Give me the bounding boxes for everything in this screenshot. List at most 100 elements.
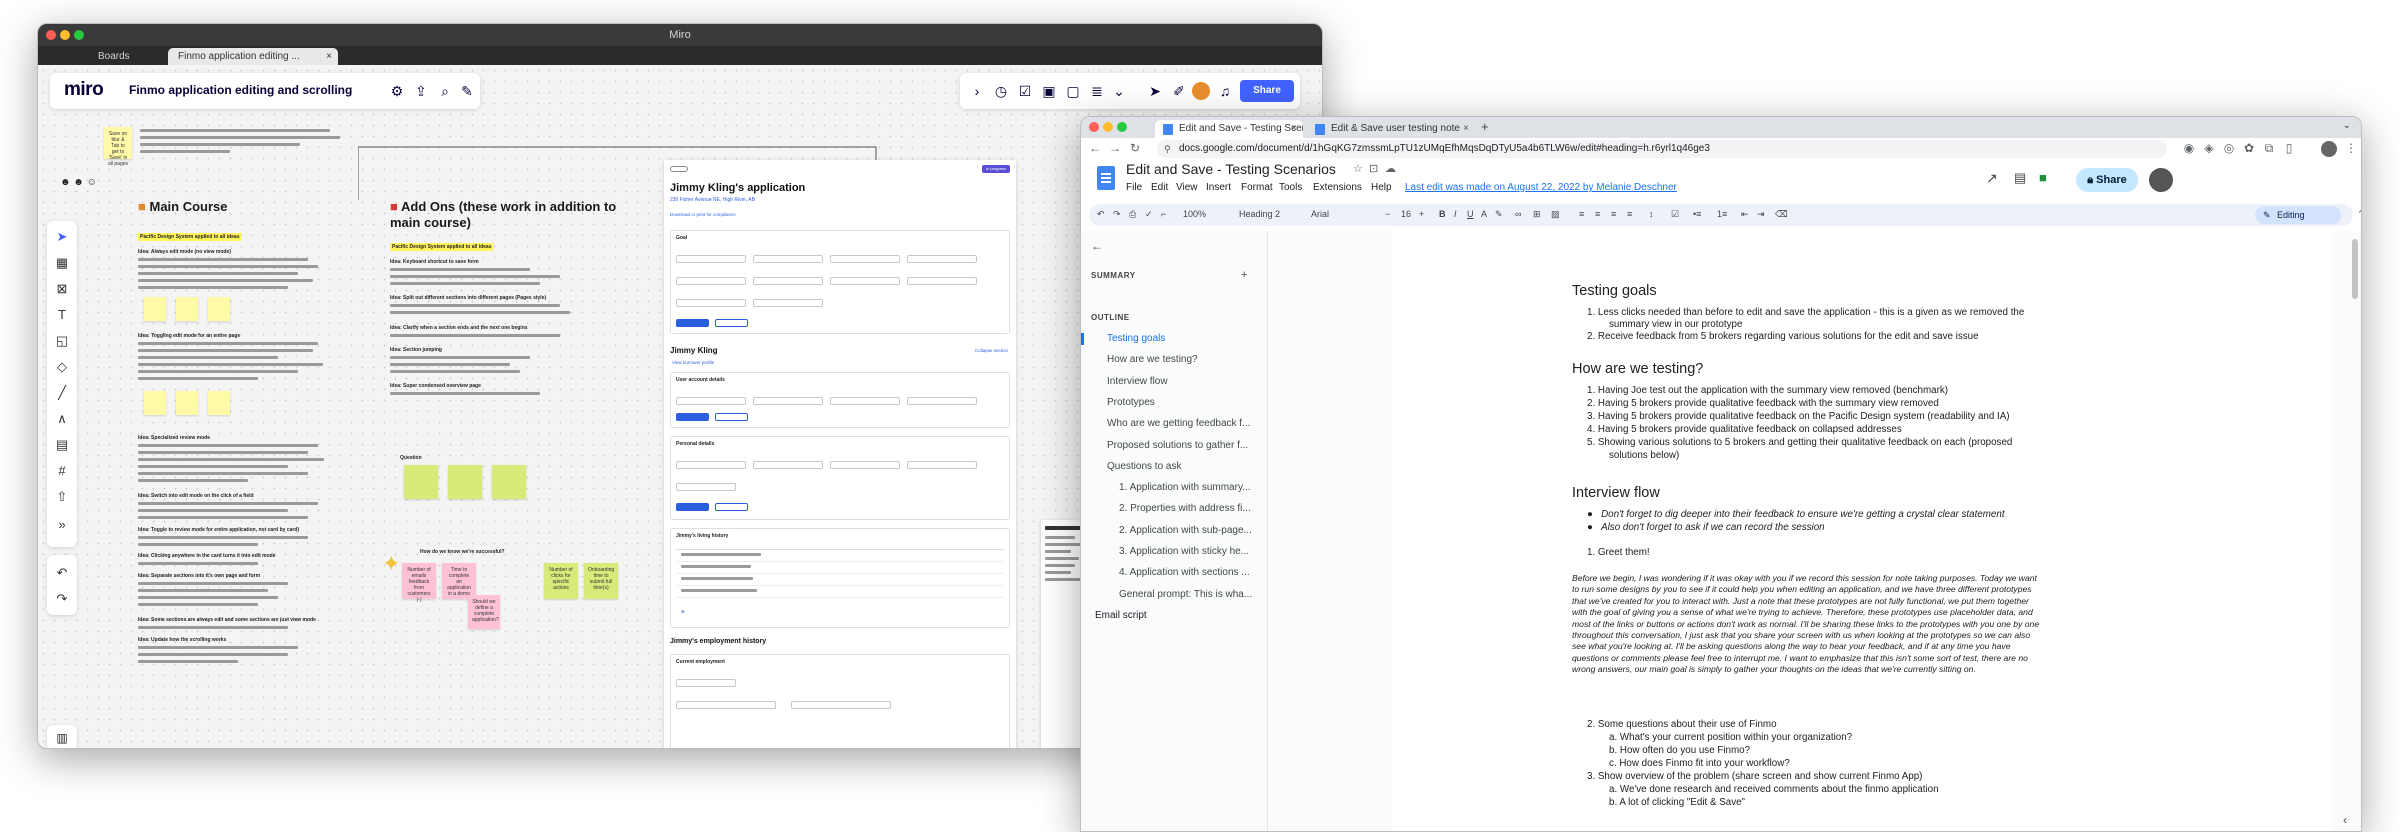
font-select[interactable]: Arial [1311,209,1329,219]
upload-tool-icon[interactable]: ⇧ [52,487,72,507]
close-window-button[interactable] [1089,122,1099,132]
outline-item[interactable]: Testing goals [1107,333,1165,344]
browser-tab[interactable]: Edit & Save user testing note × [1307,120,1475,138]
sticky-note[interactable] [144,297,166,321]
save-changes-button[interactable] [676,319,709,327]
save-changes-button[interactable] [676,503,709,511]
outline-item[interactable]: 4. Application with sections ... [1119,567,1250,578]
form-field[interactable] [830,255,900,263]
form-field[interactable] [676,299,746,307]
toggle-switch[interactable] [670,166,688,172]
sticky-note[interactable] [492,465,526,499]
chevron-right-icon[interactable]: › [968,82,986,100]
menu-extensions[interactable]: Extensions [1313,182,1362,193]
more-icon[interactable]: ⌄ [1110,82,1128,100]
extension-icon[interactable]: ✿ [2241,141,2257,155]
sticky-note[interactable] [208,297,230,321]
menu-edit[interactable]: Edit [1151,182,1168,193]
font-size-decrease[interactable]: − [1385,209,1390,219]
form-field[interactable] [676,277,746,285]
tab-board[interactable]: Finmo application editing ... × [168,48,338,65]
document-canvas[interactable]: Testing goals 1. Less clicks needed than… [1268,231,2361,831]
text-color-icon[interactable]: A [1481,209,1487,219]
outline-item[interactable]: Who are we getting feedback f... [1107,418,1250,429]
miro-logo[interactable]: miro [64,79,104,101]
comment-icon[interactable]: ▤ [2014,170,2026,186]
green-sticky[interactable]: Number of clicks for specific actions [544,563,578,599]
form-field[interactable] [830,277,900,285]
frame-add-icon[interactable]: # [52,461,72,481]
font-size-increase[interactable]: + [1419,209,1424,219]
reload-icon[interactable]: ↻ [1127,141,1143,155]
outline-item[interactable]: General prompt: This is wha... [1119,589,1252,600]
account-avatar[interactable] [2149,168,2173,192]
sticky-note[interactable] [208,391,230,415]
frame-tool-icon[interactable]: ⊠ [52,279,72,299]
outline-item[interactable]: Questions to ask [1107,461,1181,472]
table-tool-icon[interactable]: ▦ [52,253,72,273]
form-field[interactable] [676,679,736,687]
download-link[interactable]: Download or print for compliance [670,212,736,217]
form-field[interactable] [676,701,776,709]
close-tab-icon[interactable]: × [326,48,332,65]
redo-icon[interactable]: ↷ [1113,209,1121,220]
outline-item[interactable]: Proposed solutions to gather f... [1107,440,1248,451]
outline-item[interactable]: Email script [1095,610,1147,621]
question-item[interactable]: b. A lot of clicking "Edit & Save" [1609,797,1745,808]
clear-format-icon[interactable]: ⌫ [1775,209,1788,220]
upload-icon[interactable]: ⇪ [412,82,430,100]
insert-comment-icon[interactable]: ⊞ [1533,209,1541,220]
menu-icon[interactable]: ⋮ [2343,141,2359,155]
timer-icon[interactable]: ◷ [992,82,1010,100]
flow-bullet[interactable]: ● Also don't forget to ask if we can rec… [1587,522,1825,533]
highlight-icon[interactable]: ✎ [1495,209,1503,220]
question-item[interactable]: 2. Some questions about their use of Fin… [1587,719,1777,730]
bell-icon[interactable]: ♫ [1216,82,1234,100]
close-window-button[interactable] [46,30,56,40]
align-center-icon[interactable]: ≡ [1595,209,1600,219]
goal-item[interactable]: 1. Less clicks needed than before to edi… [1587,307,2024,318]
sticky-note[interactable] [144,391,166,415]
checklist-icon[interactable]: ☑ [1671,209,1679,220]
align-right-icon[interactable]: ≡ [1611,209,1616,219]
heading-how-testing[interactable]: How are we testing? [1572,361,1703,377]
maximize-window-button[interactable] [74,30,84,40]
pen-icon[interactable]: ✐ [1170,82,1188,100]
add-address-link[interactable]: ⊕ [681,609,685,615]
outline-item[interactable]: 2. Properties with address fi... [1119,503,1251,514]
form-field[interactable] [676,483,736,491]
form-field[interactable] [830,461,900,469]
move-icon[interactable]: ⊡ [1369,162,1378,175]
flow-bullet[interactable]: ● Don't forget to dig deeper into their … [1587,509,2005,520]
undo-changes-button[interactable] [715,413,748,421]
document-page[interactable]: Testing goals 1. Less clicks needed than… [1393,231,2333,831]
extension-icon[interactable]: ◉ [2181,141,2197,155]
style-select[interactable]: Heading 2 [1239,209,1280,219]
undo-icon[interactable]: ↶ [52,563,72,583]
justify-icon[interactable]: ≡ [1627,209,1632,219]
question-item[interactable]: 3. Show overview of the problem (share s… [1587,771,1922,782]
browser-tab-active[interactable]: Edit and Save - Testing Scenari × [1155,120,1303,138]
how-item[interactable]: 2. Having 5 brokers provide qualitative … [1587,398,1939,409]
add-summary-icon[interactable]: + [1241,269,1247,281]
form-field[interactable] [791,701,891,709]
form-field[interactable] [907,397,977,405]
sticky-note[interactable] [176,297,198,321]
image-icon[interactable]: ▨ [1551,209,1560,220]
tab-boards[interactable]: Boards [88,48,158,65]
minimize-window-button[interactable] [1103,122,1113,132]
align-left-icon[interactable]: ≡ [1579,209,1584,219]
pen-tool-icon[interactable]: ∧ [52,409,72,429]
shape-tool-icon[interactable]: ◇ [52,357,72,377]
sticky-tool-icon[interactable]: ◱ [52,331,72,351]
minimize-window-button[interactable] [60,30,70,40]
application-address[interactable]: 230 Fisher Avenue NE, High River, AB [670,197,755,203]
board-name[interactable]: Finmo application editing and scrolling [129,83,352,97]
chevron-down-icon[interactable]: ⌄ [2343,120,2351,131]
panel-icon[interactable]: ▥ [47,725,77,748]
pink-sticky[interactable]: Should we define a complete application? [468,595,500,629]
form-field[interactable] [753,255,823,263]
text-tool-icon[interactable]: T [52,305,72,325]
cloud-icon[interactable]: ☁ [1385,162,1396,175]
bold-icon[interactable]: B [1439,209,1446,219]
